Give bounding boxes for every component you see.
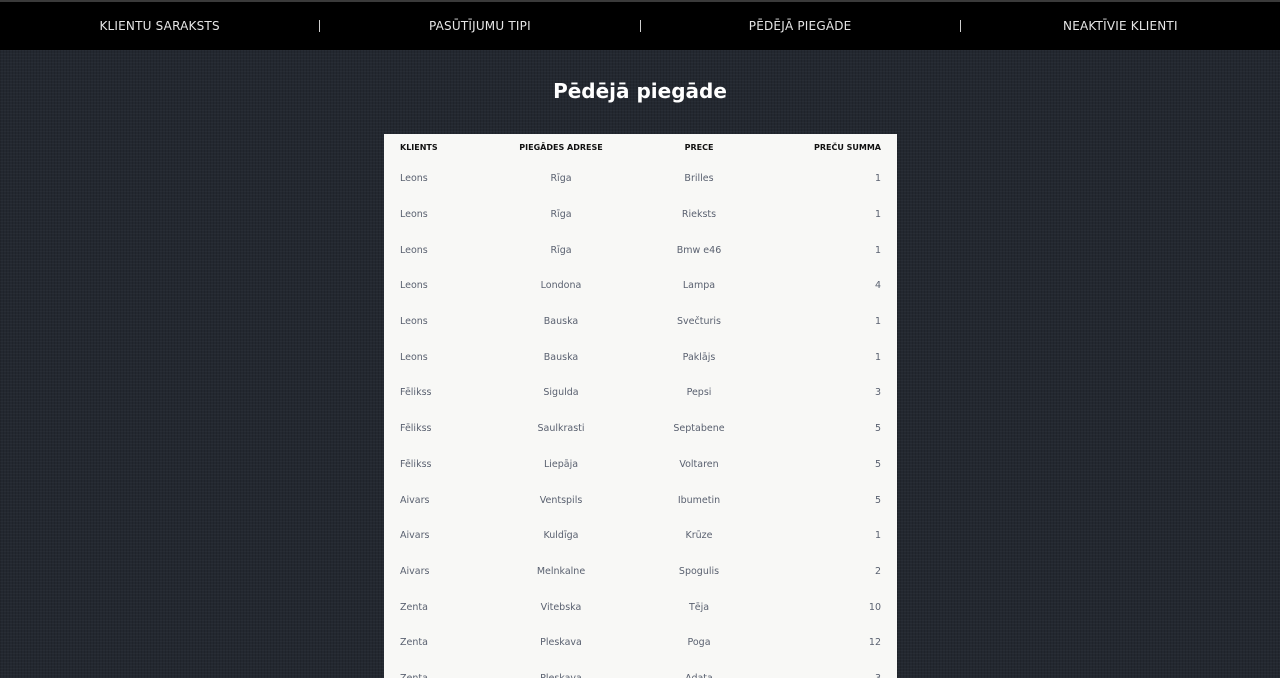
cell-delivery-address: Liepāja bbox=[543, 458, 579, 470]
nav-link-client-list[interactable]: KLIENTU SARAKSTS bbox=[0, 1, 319, 51]
cell-product-sum: 5 bbox=[874, 458, 881, 470]
cell-product-sum: 10 bbox=[868, 601, 881, 613]
cell-product-sum: 3 bbox=[874, 387, 881, 399]
column-header-delivery-address: PIEGĀDES ADRESE bbox=[519, 143, 603, 152]
cell-client: Zenta bbox=[400, 637, 428, 649]
table-row: Zenta Pleskava Poga 12 bbox=[384, 625, 897, 661]
cell-delivery-address: Vitebska bbox=[540, 601, 582, 613]
cell-client: Leons bbox=[400, 244, 428, 256]
column-header-product: PRECE bbox=[684, 143, 714, 152]
cell-product-sum: 1 bbox=[874, 530, 881, 542]
table-row: ZentaPleskavaAdata3 bbox=[384, 661, 897, 678]
cell-product: Rieksts bbox=[681, 209, 717, 221]
cell-product-sum: 12 bbox=[868, 637, 881, 649]
cell-product: Lampa bbox=[682, 280, 716, 292]
cell-product: Paklājs bbox=[682, 351, 716, 363]
delivery-table: KLIENTS PIEGĀDES ADRESE PRECE PREČU SUMM… bbox=[384, 134, 897, 678]
cell-product: Voltaren bbox=[679, 458, 719, 470]
cell-client: Fēlikss bbox=[400, 423, 432, 435]
table-row: Fēlikss Liepāja Voltaren 5 bbox=[384, 447, 897, 483]
table-row: Aivars Melnkalne Spogulis 2 bbox=[384, 554, 897, 590]
cell-product-sum: 4 bbox=[874, 280, 881, 292]
cell-delivery-address: Melnkalne bbox=[536, 565, 586, 577]
page-title: Pēdējā piegāde bbox=[553, 79, 727, 103]
nav-link-order-types[interactable]: PASŪTĪJUMU TIPI bbox=[320, 1, 639, 51]
cell-product-sum: 1 bbox=[874, 244, 881, 256]
cell-product: Adata bbox=[611, 661, 787, 678]
cell-delivery-address: Rīga bbox=[550, 244, 572, 256]
cell-delivery-address: Londona bbox=[540, 280, 582, 292]
cell-product: Ibumetin bbox=[677, 494, 721, 506]
table-row: Leons Rīga Rieksts 1 bbox=[384, 197, 897, 233]
table-header-row: KLIENTS PIEGĀDES ADRESE PRECE PREČU SUMM… bbox=[384, 134, 897, 161]
cell-client: Leons bbox=[400, 280, 428, 292]
cell-client: Aivars bbox=[400, 530, 430, 542]
top-navigation: KLIENTU SARAKSTS PASŪTĪJUMU TIPI PĒDĒJĀ … bbox=[0, 0, 1280, 50]
cell-client: Fēlikss bbox=[400, 387, 432, 399]
cell-product-sum: 1 bbox=[874, 316, 881, 328]
cell-product: Tēja bbox=[688, 601, 710, 613]
cell-delivery-address: Kuldīga bbox=[543, 530, 579, 542]
cell-client: Aivars bbox=[400, 494, 430, 506]
cell-product: Svečturis bbox=[677, 316, 721, 328]
cell-product-sum: 5 bbox=[874, 494, 881, 506]
cell-delivery-address: Saulkrasti bbox=[537, 423, 585, 435]
cell-client: Zenta bbox=[400, 601, 428, 613]
cell-client: Leons bbox=[400, 173, 428, 185]
cell-product: Pepsi bbox=[686, 387, 712, 399]
cell-product-sum: 3 bbox=[787, 661, 897, 678]
cell-delivery-address: Ventspils bbox=[539, 494, 583, 506]
cell-product: Poga bbox=[687, 637, 711, 649]
table-row: Leons Rīga Brilles 1 bbox=[384, 161, 897, 197]
table-row: Fēlikss Sigulda Pepsi 3 bbox=[384, 375, 897, 411]
table-row: Leons Bauska Svečturis 1 bbox=[384, 304, 897, 340]
cell-product-sum: 2 bbox=[874, 565, 881, 577]
cell-product: Bmw e46 bbox=[676, 244, 722, 256]
cell-product-sum: 1 bbox=[874, 173, 881, 185]
cell-delivery-address: Pleskava bbox=[511, 661, 611, 678]
table-row: Fēlikss Saulkrasti Septabene 5 bbox=[384, 411, 897, 447]
cell-product: Spogulis bbox=[678, 565, 720, 577]
cell-product-sum: 5 bbox=[874, 423, 881, 435]
cell-client: Leons bbox=[400, 316, 428, 328]
cell-product: Septabene bbox=[673, 423, 725, 435]
cell-product: Brilles bbox=[684, 173, 714, 185]
cell-client: Fēlikss bbox=[400, 458, 432, 470]
cell-product-sum: 1 bbox=[874, 209, 881, 221]
table-body: Leons Rīga Brilles 1 Leons Rīga Rieksts 1 Leons R… bbox=[384, 161, 897, 678]
table-row: Aivars Kuldīga Krūze 1 bbox=[384, 518, 897, 554]
nav-link-inactive-clients[interactable]: NEAKTĪVIE KLIENTI bbox=[961, 1, 1280, 51]
table-row: Leons Londona Lampa 4 bbox=[384, 268, 897, 304]
cell-client: Zenta bbox=[384, 661, 511, 678]
table-row: Leons Rīga Bmw e46 1 bbox=[384, 232, 897, 268]
column-header-client: KLIENTS bbox=[400, 143, 438, 152]
cell-client: Leons bbox=[400, 209, 428, 221]
cell-client: Aivars bbox=[400, 565, 430, 577]
delivery-table-card: KLIENTS PIEGĀDES ADRESE PRECE PREČU SUMM… bbox=[384, 134, 897, 678]
cell-delivery-address: Bauska bbox=[543, 316, 579, 328]
table-row: Leons Bauska Paklājs 1 bbox=[384, 339, 897, 375]
cell-delivery-address: Rīga bbox=[550, 173, 572, 185]
table-row: Zenta Vitebska Tēja 10 bbox=[384, 589, 897, 625]
nav-link-last-delivery[interactable]: PĒDĒJĀ PIEGĀDE bbox=[641, 1, 960, 51]
column-header-product-sum: PREČU SUMMA bbox=[813, 143, 881, 152]
cell-delivery-address: Sigulda bbox=[543, 387, 579, 399]
cell-product: Krūze bbox=[685, 530, 713, 542]
cell-delivery-address: Rīga bbox=[550, 209, 572, 221]
cell-delivery-address: Pleskava bbox=[540, 637, 582, 649]
table-row: Aivars Ventspils Ibumetin 5 bbox=[384, 482, 897, 518]
cell-client: Leons bbox=[400, 351, 428, 363]
cell-product-sum: 1 bbox=[874, 351, 881, 363]
cell-delivery-address: Bauska bbox=[543, 351, 579, 363]
